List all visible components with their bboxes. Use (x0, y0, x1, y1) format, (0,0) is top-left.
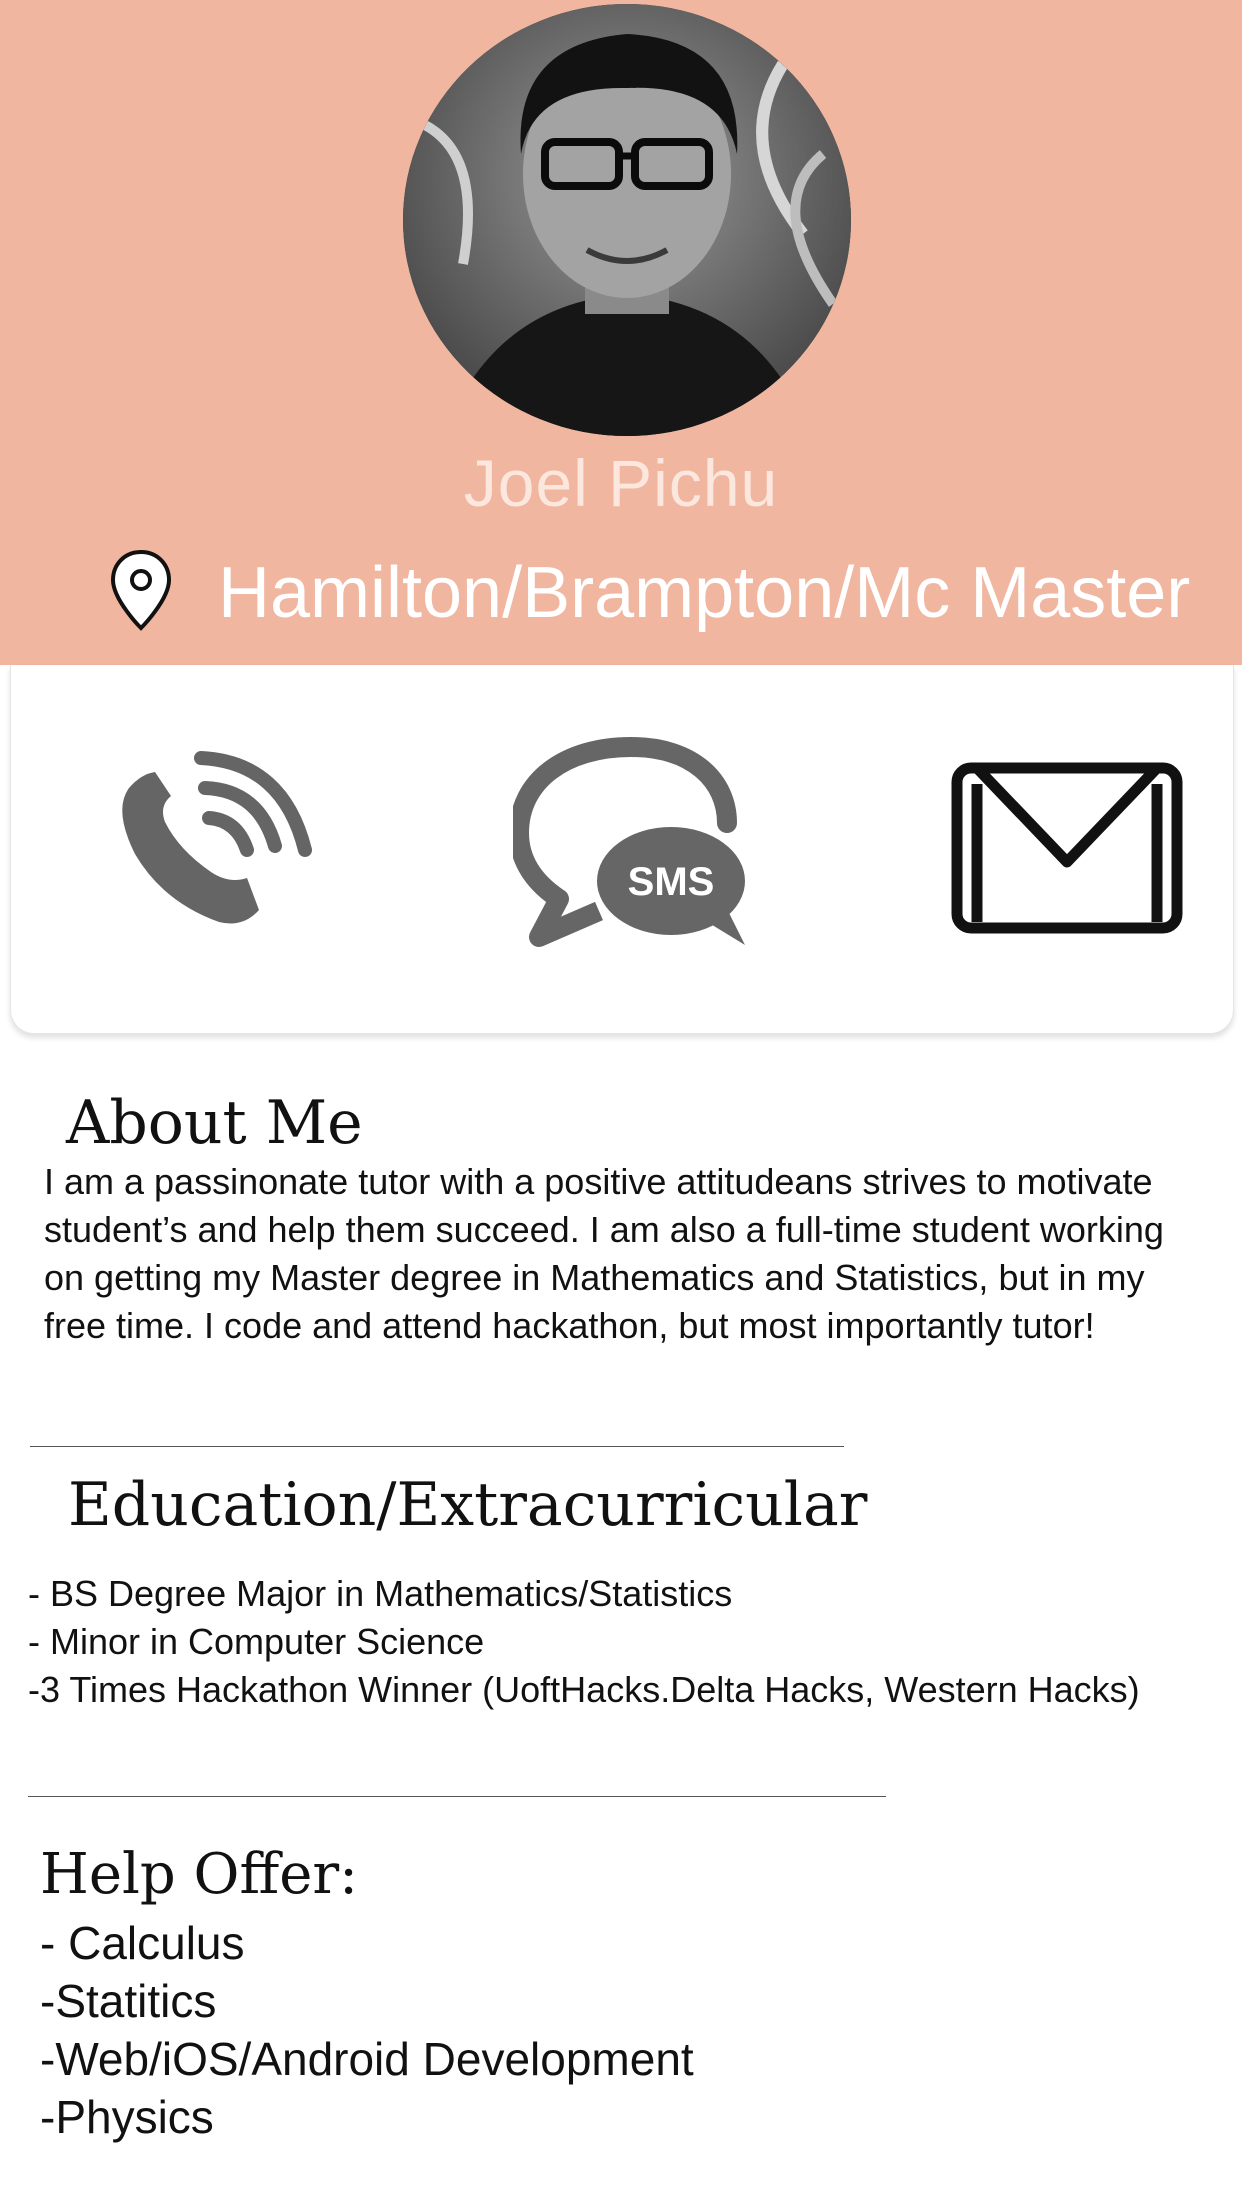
sms-label: SMS (628, 860, 715, 904)
location-pin-icon (108, 548, 174, 632)
contact-card: SMS (10, 665, 1234, 1034)
profile-location: Hamilton/Brampton/Mc Master (218, 553, 1191, 633)
avatar (403, 4, 851, 436)
education-list: - BS Degree Major in Mathematics/Statist… (28, 1570, 1188, 1714)
profile-header: Joel Pichu Hamilton/Brampton/Mc Master (0, 0, 1242, 665)
list-item: - Calculus (40, 1917, 245, 1969)
contact-strip: SMS (0, 665, 1242, 1060)
education-title: Education/Extracurricular (68, 1470, 868, 1540)
profile-name: Joel Pichu (463, 446, 779, 520)
divider (28, 1796, 886, 1797)
help-title: Help Offer: (40, 1842, 359, 1907)
about-text: I am a passinonate tutor with a positive… (44, 1161, 1164, 1346)
list-item: -Statitics (40, 1975, 217, 2027)
mail-icon[interactable] (951, 762, 1183, 934)
about-title: About Me (66, 1088, 363, 1158)
sms-chat-icon[interactable]: SMS (513, 737, 753, 949)
list-item: -Physics (40, 2091, 214, 2143)
list-item: -Web/iOS/Android Development (40, 2033, 694, 2085)
phone-icon[interactable] (109, 750, 315, 930)
help-list: - Calculus -Statitics -Web/iOS/Android D… (40, 1914, 1200, 2146)
list-item: - BS Degree Major in Mathematics/Statist… (28, 1573, 733, 1614)
divider (30, 1446, 844, 1447)
list-item: - Minor in Computer Science (28, 1621, 485, 1662)
list-item: -3 Times Hackathon Winner (UoftHacks.Del… (28, 1669, 1140, 1710)
